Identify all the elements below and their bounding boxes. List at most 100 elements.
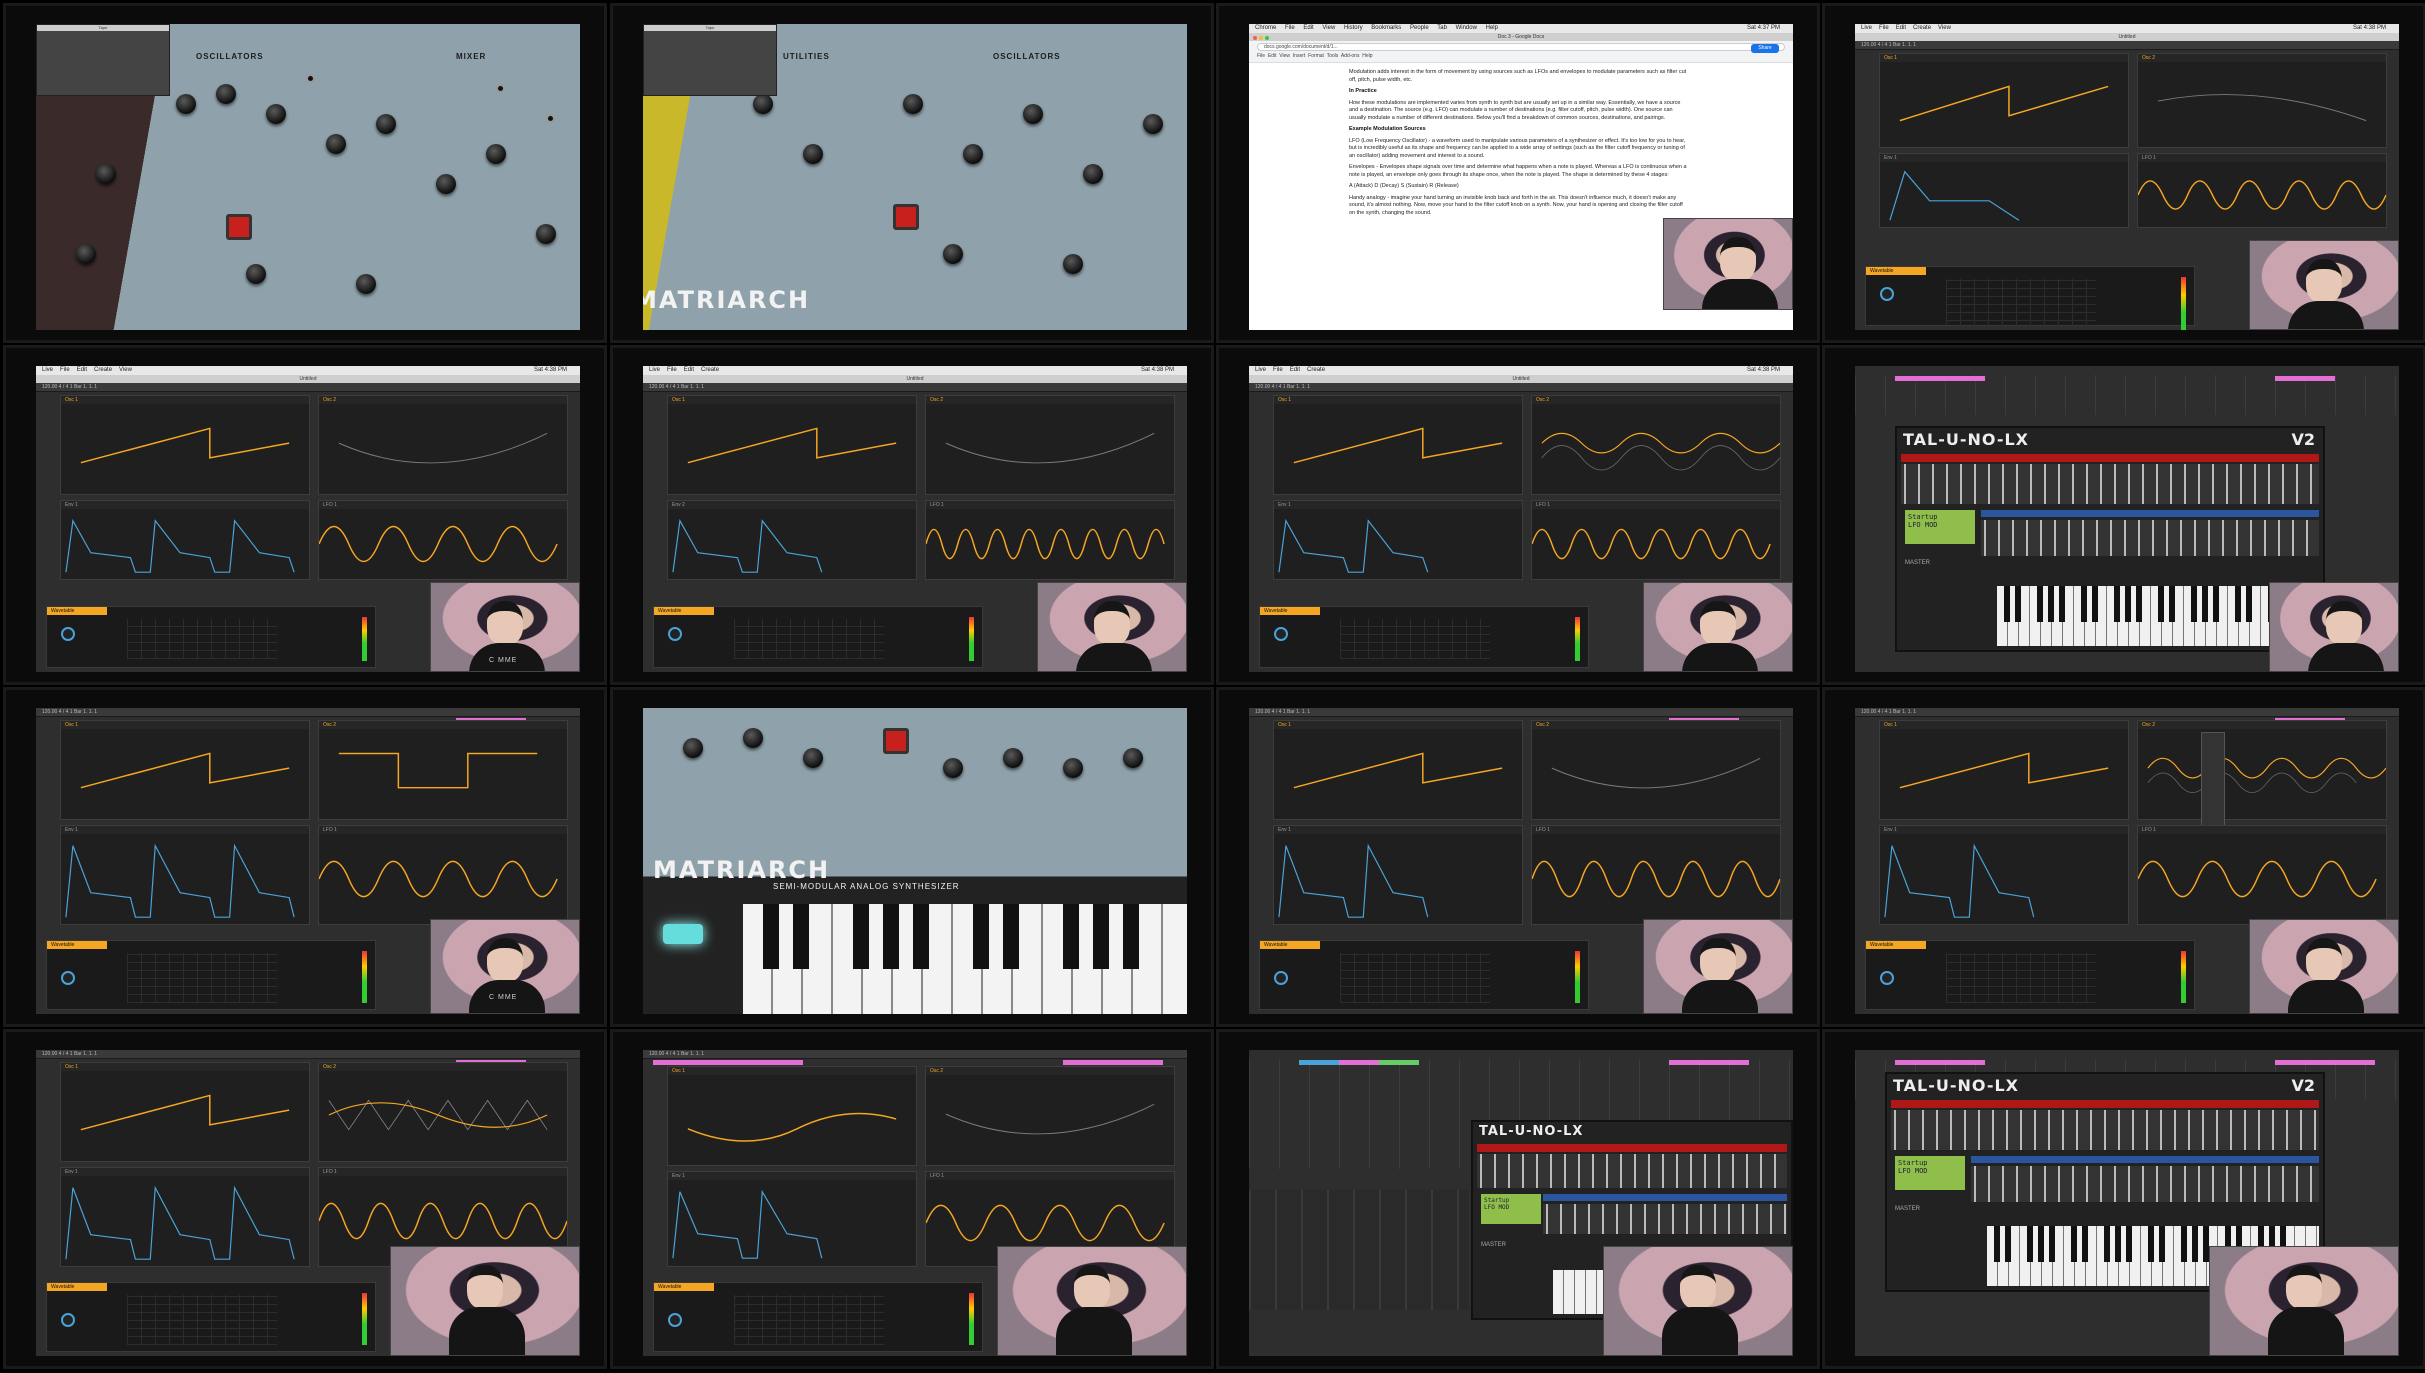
menu-view[interactable]: View	[1322, 25, 1335, 31]
thumbnail-synth-closeup-1[interactable]: OSCILLATORS MIXER Tape	[3, 3, 607, 343]
osc2-panel[interactable]: Osc 2	[2137, 720, 2387, 820]
synth-subtitle: SEMI-MODULAR ANALOG SYNTHESIZER	[773, 882, 960, 891]
thumbnail-google-doc[interactable]: Chrome File Edit View History Bookmarks …	[1216, 3, 1820, 343]
lfo-panel[interactable]: LFO 1	[925, 500, 1175, 580]
osc1-panel[interactable]: Osc 1	[60, 720, 310, 820]
env-panel[interactable]: Env 1	[60, 1167, 310, 1267]
osc2-panel[interactable]: Osc 2	[925, 395, 1175, 495]
thumbnail-tal-u-no-lx-1[interactable]: TAL-U-NO-LX V2 Startup LFO MOD MASTER	[1822, 345, 2425, 685]
wavetable-device[interactable]: Wavetable	[1865, 940, 2195, 1010]
osc2-panel[interactable]: Osc 2	[925, 1066, 1175, 1166]
thumbnail-ableton-wavetable-6[interactable]: 120.00 4 / 4 1 Bar 1. 1. 1 Osc 1 Osc 2 E…	[1216, 687, 1820, 1027]
wavetable-device[interactable]: Wavetable	[1865, 266, 2195, 330]
patch-jack	[496, 84, 505, 93]
doc-menu-help[interactable]: Help	[1362, 53, 1372, 59]
lfo-panel[interactable]: LFO 1	[1531, 825, 1781, 925]
menu-history[interactable]: History	[1344, 25, 1363, 31]
thumbnail-ableton-wavetable-8[interactable]: 120.00 4 / 4 1 Bar 1. 1. 1 Osc 1 Osc 2 E…	[3, 1029, 607, 1369]
tab-title[interactable]: Doc 3 - Google Docs	[1498, 34, 1544, 40]
osc1-panel[interactable]: Osc 1	[1879, 720, 2129, 820]
lfo-panel[interactable]: LFO 1	[1531, 500, 1781, 580]
doc-paragraph: A (Attack) D (Decay) S (Sustain) R (Rele…	[1349, 183, 1459, 189]
env-panel[interactable]: Env 1	[60, 500, 310, 580]
env-panel[interactable]: Env 1	[60, 825, 310, 925]
osc1-panel[interactable]: Osc 1	[1273, 720, 1523, 820]
doc-menu-addons[interactable]: Add-ons	[1341, 53, 1360, 59]
macos-menubar: Live File Edit Create View Sat 4:38 PM	[36, 366, 580, 375]
menu-help[interactable]: Help	[1486, 25, 1498, 31]
knob	[903, 94, 923, 114]
osc2-panel[interactable]: Osc 2	[318, 720, 568, 820]
thumbnail-synth-keyboard[interactable]: MATRIARCH SEMI-MODULAR ANALOG SYNTHESIZE…	[610, 687, 1214, 1027]
wavetable-device[interactable]: Wavetable	[653, 606, 983, 668]
preset-display[interactable]: Startup LFO MOD	[1905, 510, 1975, 544]
lfo-panel[interactable]: LFO 1	[318, 825, 568, 925]
osc1-panel[interactable]: Osc 1	[1879, 53, 2129, 148]
thumbnail-ableton-wavetable-4[interactable]: Live File Edit Create Sat 4:38 PM Untitled 1…	[1216, 345, 1820, 685]
lfo-panel[interactable]: LFO 1	[2137, 153, 2387, 228]
menu-edit[interactable]: Edit	[1303, 25, 1313, 31]
osc2-panel[interactable]: Osc 2	[2137, 53, 2387, 148]
osc1-panel[interactable]: Osc 1	[667, 395, 917, 495]
synth-photo: UTILITIES OSCILLATORS MATRIARCH Tape	[643, 24, 1187, 330]
menu-file[interactable]: File	[1285, 25, 1295, 31]
menu-window[interactable]: Window	[1456, 25, 1477, 31]
doc-menu-file[interactable]: File	[1257, 53, 1265, 59]
tal-u-no-lx-plugin[interactable]: TAL-U-NO-LX V2 Startup LFO MOD MASTER	[1895, 426, 2325, 652]
osc1-panel[interactable]: Osc 1	[667, 1066, 917, 1166]
thumbnail-ableton-wavetable-2[interactable]: Live File Edit Create View Sat 4:38 PM Untitl…	[3, 345, 607, 685]
menu-tab[interactable]: Tab	[1437, 25, 1447, 31]
synth-keybed	[743, 904, 1187, 1014]
transport-bar[interactable]: 120.00 4 / 4 1 Bar 1. 1. 1	[1855, 41, 2399, 50]
thumbnail-ableton-wavetable-1[interactable]: Live File Edit Create View Sat 4:38 PM Untitl…	[1822, 3, 2425, 343]
wavetable-device[interactable]: Wavetable	[46, 1282, 376, 1352]
osc2-panel[interactable]: Osc 2	[318, 1062, 568, 1162]
env-panel[interactable]: Env 1	[1273, 825, 1523, 925]
menu-bookmarks[interactable]: Bookmarks	[1371, 25, 1401, 31]
mixer-strips[interactable]	[1249, 1190, 1469, 1310]
webcam-overlay	[1603, 1246, 1793, 1356]
thumbnail-tal-u-no-lx-2[interactable]: TAL-U-NO-LX Startup LFO MOD MASTER	[1216, 1029, 1820, 1369]
slider-bank[interactable]	[1981, 520, 2319, 556]
env-panel[interactable]: Env 2	[667, 500, 917, 580]
doc-menu-insert[interactable]: Insert	[1293, 53, 1306, 59]
thumbnail-ableton-wavetable-7[interactable]: 120.00 4 / 4 1 Bar 1. 1. 1 Osc 1 Osc 2 E…	[1822, 687, 2425, 1027]
menu-people[interactable]: People	[1410, 25, 1429, 31]
doc-menu-view[interactable]: View	[1279, 53, 1290, 59]
wavetable-device[interactable]: Wavetable	[653, 1282, 983, 1352]
knob	[683, 738, 703, 758]
share-button[interactable]: Share	[1751, 44, 1779, 53]
lfo-panel[interactable]: LFO 1	[2137, 825, 2387, 925]
env-panel[interactable]: Env 1	[1273, 500, 1523, 580]
thumbnail-ableton-wavetable-3[interactable]: Live File Edit Create Sat 4:38 PM Untitled 1…	[610, 345, 1214, 685]
wavetable-device[interactable]: Wavetable	[46, 606, 376, 668]
doc-menu-edit[interactable]: Edit	[1268, 53, 1277, 59]
env-panel[interactable]: Env 1	[1879, 153, 2129, 228]
wavetable-device[interactable]: Wavetable	[46, 940, 376, 1010]
wavetable-device[interactable]: Wavetable	[1259, 606, 1589, 668]
section-label-oscillators: OSCILLATORS	[993, 52, 1061, 61]
env-panel[interactable]: Env 1	[667, 1171, 917, 1267]
doc-paragraph: How these modulations are implemented va…	[1349, 99, 1681, 121]
plugin-version: V2	[2291, 430, 2315, 449]
thumbnail-tal-u-no-lx-3[interactable]: TAL-U-NO-LX V2 Startup LFO MOD MASTER	[1822, 1029, 2425, 1369]
osc1-panel[interactable]: Osc 1	[60, 1062, 310, 1162]
osc1-panel[interactable]: Osc 1	[1273, 395, 1523, 495]
doc-page[interactable]: Modulation adds interest in the form of …	[1339, 65, 1699, 330]
doc-menu-tools[interactable]: Tools	[1327, 53, 1339, 59]
thumbnail-ableton-wavetable-5[interactable]: 120.00 4 / 4 1 Bar 1. 1. 1 Osc 1 Osc 2 E…	[3, 687, 607, 1027]
menu-chrome[interactable]: Chrome	[1255, 25, 1276, 31]
lfo-panel[interactable]: LFO 1	[318, 500, 568, 580]
thumbnail-ableton-wavetable-9[interactable]: 120.00 4 / 4 1 Bar 1. 1. 1 Osc 1 Osc 2 E…	[610, 1029, 1214, 1369]
env-panel[interactable]: Env 1	[1879, 825, 2129, 925]
wavetable-device[interactable]: Wavetable	[1259, 940, 1589, 1010]
chrome-window: Chrome File Edit View History Bookmarks …	[1249, 24, 1793, 330]
thumbnail-synth-closeup-2[interactable]: UTILITIES OSCILLATORS MATRIARCH Tape	[610, 3, 1214, 343]
slider-bank[interactable]	[1901, 464, 2319, 504]
osc2-panel[interactable]: Osc 2	[318, 395, 568, 495]
doc-menu-format[interactable]: Format	[1308, 53, 1324, 59]
address-bar[interactable]: docs.google.com/document/d/1...	[1257, 43, 1785, 51]
osc2-panel[interactable]: Osc 2	[1531, 720, 1781, 820]
osc1-panel[interactable]: Osc 1	[60, 395, 310, 495]
osc2-panel[interactable]: Osc 2	[1531, 395, 1781, 495]
